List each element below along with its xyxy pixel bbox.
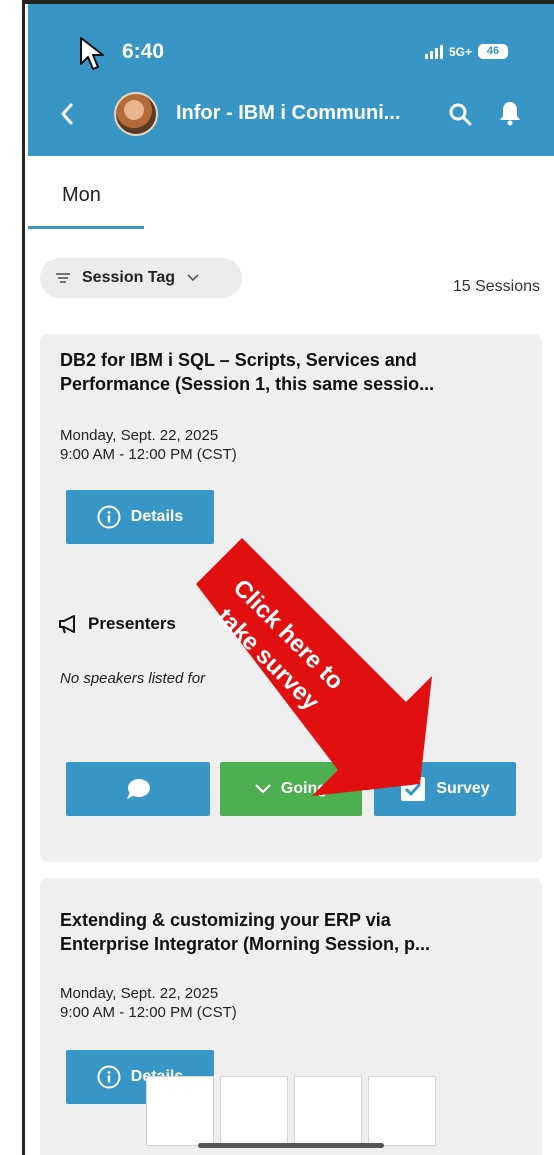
- filter-label: Session Tag: [82, 269, 176, 286]
- checkbox-checked-icon: [401, 777, 426, 801]
- no-speakers-text: No speakers listed for: [60, 670, 206, 687]
- back-arrow-icon[interactable]: [56, 100, 78, 128]
- session-tag-filter[interactable]: Session Tag: [40, 258, 242, 298]
- app-header: 6:40 5G+ 46 Infor - IBM i Communi...: [28, 4, 554, 156]
- app-switcher-thumbnails: [146, 1076, 436, 1146]
- chat-bubble-icon: [127, 779, 150, 799]
- tab-monday[interactable]: Mon: [62, 184, 101, 207]
- community-title[interactable]: Infor - IBM i Communi...: [176, 102, 436, 125]
- session-count: 15 Sessions: [452, 278, 540, 295]
- presenters-heading: Presenters: [58, 614, 176, 634]
- screenshot-frame: 6:40 5G+ 46 Infor - IBM i Communi... Mon…: [0, 0, 554, 1155]
- active-tab-indicator: [28, 226, 144, 229]
- session-title[interactable]: DB2 for IBM i SQL – Scripts, Services an…: [60, 348, 520, 396]
- search-icon[interactable]: [448, 102, 472, 126]
- filter-icon: [56, 273, 70, 283]
- going-button[interactable]: Going: [220, 762, 362, 816]
- left-border: [0, 0, 25, 1155]
- session-title[interactable]: Extending & customizing your ERP via Ent…: [60, 908, 520, 956]
- community-avatar[interactable]: [114, 92, 158, 136]
- network-label: 5G+: [448, 44, 472, 59]
- signal-icon: [424, 44, 443, 59]
- session-card: DB2 for IBM i SQL – Scripts, Services an…: [40, 334, 542, 862]
- home-indicator[interactable]: [198, 1143, 384, 1148]
- survey-button[interactable]: Survey: [374, 762, 516, 816]
- battery-icon: 46: [478, 44, 508, 59]
- session-date: Monday, Sept. 22, 2025 9:00 AM - 12:00 P…: [60, 985, 237, 1021]
- status-time: 6:40: [122, 40, 165, 63]
- bell-icon[interactable]: [498, 100, 522, 126]
- details-button[interactable]: Details: [66, 490, 214, 544]
- info-icon: [97, 505, 121, 529]
- info-icon: [97, 1065, 121, 1089]
- thumbnail: [220, 1076, 288, 1146]
- thumbnail: [368, 1076, 436, 1146]
- thumbnail: [294, 1076, 362, 1146]
- chat-button[interactable]: [66, 762, 210, 816]
- status-indicators: 5G+ 46: [424, 44, 508, 59]
- chevron-down-icon: [255, 784, 271, 794]
- megaphone-icon: [59, 615, 75, 634]
- mouse-pointer-icon: [80, 37, 104, 70]
- phone-screen: 6:40 5G+ 46 Infor - IBM i Communi... Mon…: [28, 4, 554, 1155]
- chevron-down-icon: [187, 274, 199, 282]
- session-date: Monday, Sept. 22, 2025 9:00 AM - 12:00 P…: [60, 427, 237, 463]
- thumbnail: [146, 1076, 214, 1146]
